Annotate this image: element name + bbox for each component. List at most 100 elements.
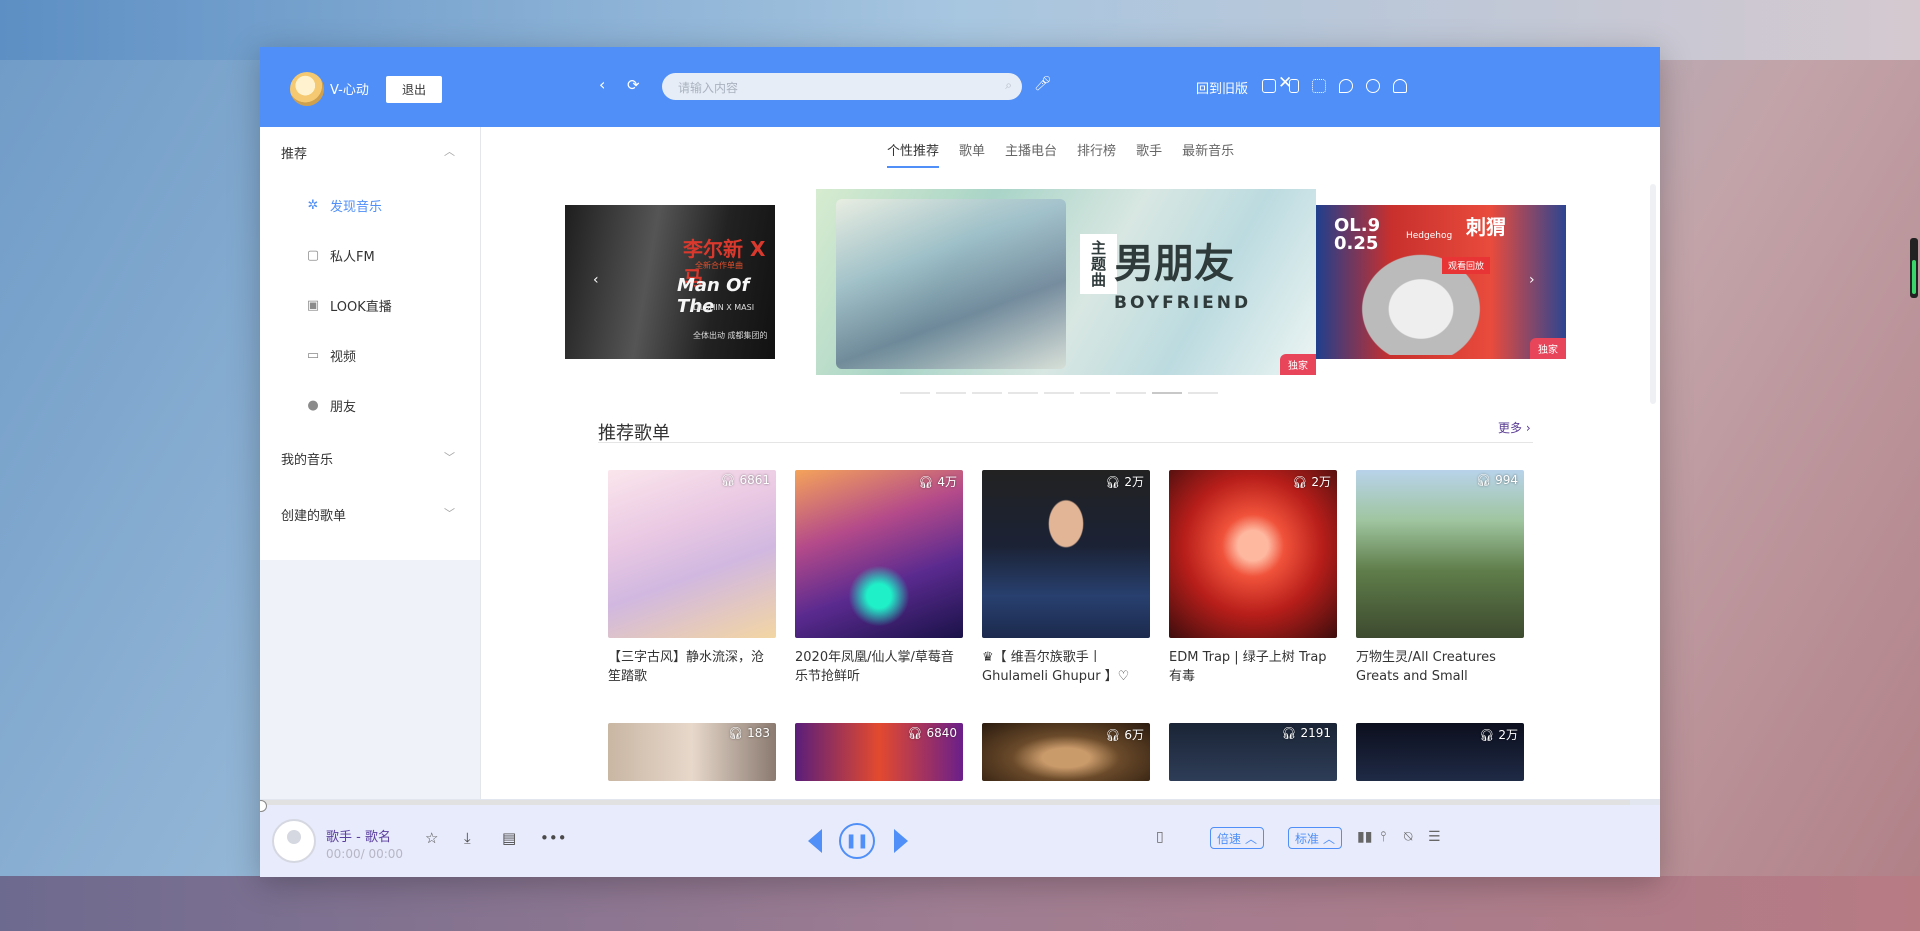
- effects-icon[interactable]: ⫯: [1380, 829, 1386, 845]
- playlist-cover[interactable]: 🎧︎ 6万: [982, 723, 1150, 781]
- chevron-down-icon[interactable]: ﹀: [444, 505, 455, 521]
- refresh-icon[interactable]: ⟳: [627, 76, 640, 94]
- username[interactable]: V-心动: [330, 79, 369, 98]
- user-avatar[interactable]: [290, 72, 324, 106]
- chevron-up-icon: ︿: [1245, 831, 1258, 846]
- playlist-cover[interactable]: 🎧︎ 994: [1356, 470, 1524, 638]
- sidebar-created-playlists-title[interactable]: 创建的歌单: [281, 505, 346, 524]
- carousel-dot[interactable]: [1116, 392, 1146, 394]
- system-volume-indicator: [1910, 238, 1918, 298]
- bell-icon[interactable]: [1393, 79, 1407, 93]
- tab-personal-recommend[interactable]: 个性推荐: [887, 140, 940, 168]
- sidebar: 推荐 ︿ ✲ 发现音乐 ▢ 私人FM ▣ LOOK直播 ▭ 视频 ● 朋友 我的…: [260, 127, 480, 807]
- radio-icon: ▢: [306, 248, 320, 263]
- player-bar: 歌手 - 歌名 00:00/ 00:00 ☆ ⤓ ▤ ••• ❚❚ ▯ 倍速 ︿ …: [260, 800, 1660, 877]
- monitor-icon[interactable]: [1262, 79, 1276, 93]
- search-input[interactable]: 请输入内容 ⌕: [662, 73, 1022, 100]
- sidebar-item-look-live[interactable]: ▣ LOOK直播: [305, 296, 392, 315]
- carousel-prev-icon[interactable]: ‹: [593, 272, 599, 288]
- carousel-dot[interactable]: [1044, 392, 1074, 394]
- close-icon[interactable]: ✕: [1278, 73, 1292, 93]
- lyrics-icon[interactable]: ▯: [1156, 829, 1164, 845]
- playlist-cover[interactable]: 🎧︎ 2万: [1356, 723, 1524, 781]
- carousel-next-icon[interactable]: ›: [1529, 272, 1535, 288]
- section-divider: [598, 442, 1533, 443]
- carousel-dot[interactable]: [1188, 392, 1218, 394]
- pause-button[interactable]: ❚❚: [839, 823, 875, 859]
- sidebar-item-friends[interactable]: ● 朋友: [305, 396, 356, 415]
- play-count-value: 2万: [1311, 475, 1331, 489]
- progress-handle[interactable]: [260, 800, 267, 812]
- previous-track-icon[interactable]: [808, 829, 822, 853]
- sidebar-recommend-title[interactable]: 推荐: [281, 143, 307, 162]
- equalizer-icon[interactable]: ▮▮: [1357, 829, 1372, 845]
- main-tabs: 个性推荐 歌单 主播电台 排行榜 歌手 最新音乐: [887, 140, 1234, 168]
- sidebar-item-label: 视频: [330, 350, 357, 365]
- tab-artists[interactable]: 歌手: [1136, 140, 1162, 168]
- now-playing-avatar[interactable]: [272, 819, 316, 863]
- more-link[interactable]: 更多 ›: [1498, 419, 1531, 436]
- download-icon[interactable]: ⤓: [464, 829, 471, 847]
- more-icon[interactable]: •••: [540, 829, 567, 847]
- playlist-name[interactable]: 【三字古风】静水流深，沧笙踏歌: [608, 648, 776, 686]
- playlist-name[interactable]: ♛【 维吾尔族歌手丨Ghulameli Ghupur 】♡: [982, 648, 1150, 686]
- banner-left-footer: 全体出动 成都集团的: [693, 331, 768, 340]
- play-count: 🎧︎ 2191: [1281, 726, 1331, 740]
- playlist-cover[interactable]: 🎧︎ 2191: [1169, 723, 1337, 781]
- carousel-dot[interactable]: [1080, 392, 1110, 394]
- chevron-down-icon[interactable]: ﹀: [444, 449, 455, 465]
- carousel-dot[interactable]: [1008, 392, 1038, 394]
- sidebar-my-music-title[interactable]: 我的音乐: [281, 449, 333, 468]
- back-arrow-icon[interactable]: ‹: [599, 75, 605, 94]
- play-count-value: 994: [1495, 473, 1518, 487]
- playlist-cover[interactable]: 🎧︎ 183: [608, 723, 776, 781]
- playlist-name[interactable]: EDM Trap | 绿子上树 Trap有毒: [1169, 648, 1337, 686]
- play-count: 🎧︎ 2万: [1292, 473, 1331, 490]
- search-icon[interactable]: ⌕: [1005, 78, 1012, 93]
- carousel-dot[interactable]: [900, 392, 930, 394]
- carousel-dot[interactable]: [972, 392, 1002, 394]
- carousel-indicators: [900, 392, 1218, 394]
- tab-charts[interactable]: 排行榜: [1077, 140, 1116, 168]
- vertical-scrollbar[interactable]: [1650, 184, 1656, 404]
- logout-button[interactable]: 退出: [386, 76, 442, 103]
- sidebar-item-discover-music[interactable]: ✲ 发现音乐: [305, 196, 382, 215]
- playlist-cover[interactable]: 🎧︎ 2万: [982, 470, 1150, 638]
- now-playing-song[interactable]: 歌手 - 歌名: [326, 826, 391, 845]
- mute-bell-icon[interactable]: ⍉: [1404, 829, 1412, 845]
- location-pin-icon[interactable]: [1339, 79, 1353, 93]
- playlist-cover[interactable]: 🎧︎ 6840: [795, 723, 963, 781]
- banner-center[interactable]: 主题曲 男朋友 BOYFRIEND 独家: [816, 189, 1316, 375]
- playlist-queue-icon[interactable]: ☰: [1428, 829, 1441, 845]
- grid-icon[interactable]: [1312, 79, 1326, 93]
- quality-select[interactable]: 标准 ︿: [1288, 827, 1343, 849]
- playlist-cover[interactable]: 🎧︎ 6861: [608, 470, 776, 638]
- playlist-name[interactable]: 2020年凤凰/仙人掌/草莓音乐节抢鲜听: [795, 648, 963, 686]
- next-track-icon[interactable]: [894, 829, 908, 853]
- tab-new-music[interactable]: 最新音乐: [1182, 140, 1234, 168]
- user-icon: ●: [307, 398, 319, 413]
- speed-select[interactable]: 倍速 ︿: [1210, 827, 1265, 849]
- sidebar-item-personal-fm[interactable]: ▢ 私人FM: [305, 246, 375, 265]
- playlist-cover[interactable]: 🎧︎ 2万: [1169, 470, 1337, 638]
- banner-left-line: 全新合作单曲: [695, 261, 743, 270]
- top-header: V-心动 退出 ‹ ⟳ 请输入内容 ⌕ 🎤︎ 回到旧版 ✕: [260, 47, 1660, 127]
- playlist-name[interactable]: 万物生灵/All Creatures Greats and Small: [1356, 648, 1524, 686]
- comment-icon[interactable]: ▤: [502, 829, 516, 847]
- play-count: 🎧︎ 6861: [720, 473, 770, 487]
- tab-radio[interactable]: 主播电台: [1005, 140, 1057, 168]
- carousel-dot-active[interactable]: [1152, 392, 1182, 394]
- microphone-icon[interactable]: 🎤︎: [1034, 76, 1052, 92]
- old-version-link[interactable]: 回到旧版: [1196, 78, 1248, 97]
- playlist-cover[interactable]: 🎧︎ 4万: [795, 470, 963, 638]
- carousel-dot[interactable]: [936, 392, 966, 394]
- tab-playlists[interactable]: 歌单: [959, 140, 985, 168]
- settings-gear-icon[interactable]: [1366, 79, 1380, 93]
- sidebar-divider: [480, 127, 481, 827]
- headphones-icon: 🎧︎: [1476, 473, 1492, 487]
- quality-label: 标准: [1295, 831, 1320, 846]
- sidebar-item-video[interactable]: ▭ 视频: [305, 346, 356, 365]
- favorite-star-icon[interactable]: ☆: [425, 829, 438, 847]
- desktop-background-bottom: [0, 876, 1920, 931]
- chevron-up-icon[interactable]: ︿: [444, 143, 455, 159]
